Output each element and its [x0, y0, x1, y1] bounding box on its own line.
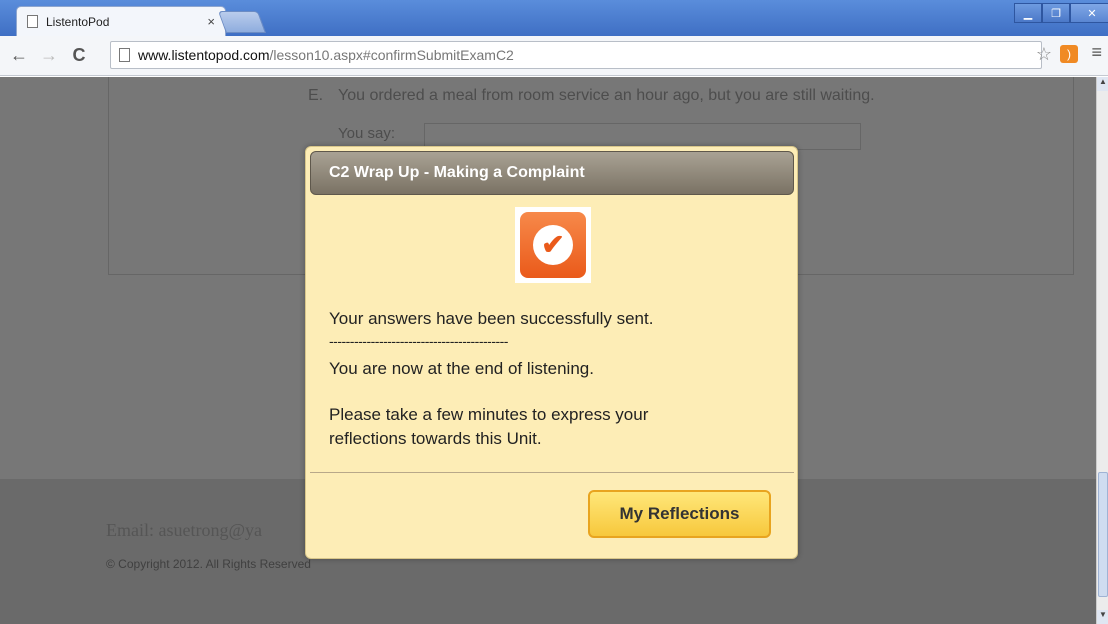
- scroll-up-icon[interactable]: ▲: [1097, 77, 1108, 91]
- scroll-down-icon[interactable]: ▼: [1097, 610, 1108, 624]
- bookmark-star-icon[interactable]: ☆: [1036, 44, 1052, 65]
- rss-icon[interactable]: ): [1060, 45, 1078, 63]
- check-icon: ✔: [520, 212, 586, 278]
- dialog-divider: [310, 472, 794, 473]
- menu-icon[interactable]: ≡: [1091, 42, 1102, 63]
- dialog-title: C2 Wrap Up - Making a Complaint: [310, 151, 794, 195]
- new-tab-button[interactable]: [217, 11, 267, 33]
- message-reflect-1: Please take a few minutes to express you…: [329, 405, 649, 424]
- url-path: /lesson10.aspx#confirmSubmitExamC2: [269, 47, 514, 63]
- forward-icon[interactable]: →: [38, 45, 60, 66]
- message-sent: Your answers have been successfully sent…: [329, 309, 654, 328]
- you-say-label: You say:: [338, 125, 395, 142]
- vertical-scrollbar[interactable]: ▲ ▼: [1096, 77, 1108, 624]
- browser-tab[interactable]: ListentoPod ×: [16, 6, 226, 36]
- message-divider: ----------------------------------------…: [329, 333, 508, 349]
- message-end: You are now at the end of listening.: [329, 359, 594, 378]
- reload-icon[interactable]: C: [68, 45, 90, 66]
- confirmation-dialog: C2 Wrap Up - Making a Complaint ✔ Your a…: [305, 146, 798, 559]
- footer-copyright: © Copyright 2012. All Rights Reserved: [106, 557, 311, 571]
- window-controls: ▁ ❐ ✕: [1014, 3, 1108, 23]
- title-bar: ListentoPod × ▁ ❐ ✕: [0, 0, 1108, 36]
- tab-close-icon[interactable]: ×: [207, 14, 215, 29]
- success-image: ✔: [515, 207, 591, 283]
- question-e: E. You ordered a meal from room service a…: [308, 87, 875, 105]
- address-bar[interactable]: www.listentopod.com/lesson10.aspx#confir…: [110, 41, 1042, 69]
- message-reflect-2: reflections towards this Unit.: [329, 429, 542, 448]
- window-close-icon[interactable]: ✕: [1070, 3, 1108, 23]
- restore-icon[interactable]: ❐: [1042, 3, 1070, 23]
- browser-toolbar: ← → C www.listentopod.com/lesson10.aspx#…: [0, 36, 1108, 76]
- my-reflections-button[interactable]: My Reflections: [588, 490, 771, 538]
- question-letter: E.: [308, 87, 324, 104]
- tab-title: ListentoPod: [46, 14, 110, 29]
- url-host: www.listentopod.com: [138, 47, 270, 63]
- page-icon: [27, 15, 38, 28]
- minimize-icon[interactable]: ▁: [1014, 3, 1042, 23]
- page-icon: [119, 48, 130, 62]
- footer-email: Email: asuetrong@ya: [106, 520, 263, 540]
- question-text: You ordered a meal from room service an …: [338, 87, 875, 104]
- back-icon[interactable]: ←: [8, 45, 30, 66]
- scroll-thumb[interactable]: [1098, 472, 1108, 597]
